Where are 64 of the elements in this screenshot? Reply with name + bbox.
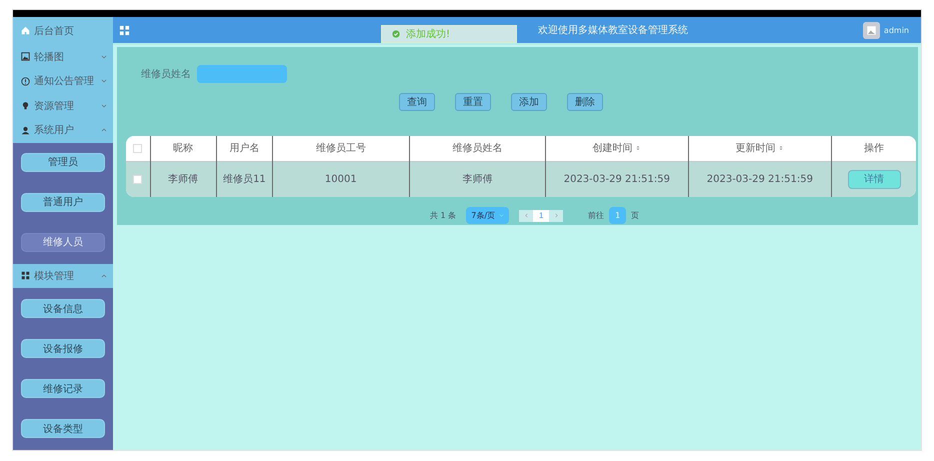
table-cell: 维修员11 — [216, 161, 273, 197]
home-icon — [21, 26, 30, 36]
page-size-select[interactable]: 7条/页 — [466, 207, 510, 224]
user-name: admin — [884, 26, 909, 34]
page-number[interactable]: 1 — [533, 210, 550, 222]
column-header: 维修员工号 — [272, 136, 410, 161]
action-button[interactable]: 删除 — [567, 93, 603, 111]
table-cell: 2023-03-29 21:51:59 — [546, 161, 688, 197]
menu-item[interactable]: 轮播图 — [13, 44, 113, 69]
action-button[interactable]: 添加 — [511, 93, 547, 111]
select-all-checkbox[interactable] — [133, 144, 142, 153]
column-header: 维修员姓名 — [409, 136, 546, 161]
menu-item[interactable]: 通知公告管理 — [13, 68, 113, 94]
chevron-left-icon — [524, 213, 529, 218]
menu-item[interactable]: 系统用户 — [13, 118, 113, 143]
table-cell: 李师傅 — [409, 161, 546, 197]
column-header: 昵称 — [150, 136, 216, 161]
submenu-item[interactable]: 设备信息 — [21, 299, 105, 318]
action-button[interactable]: 查询 — [399, 93, 435, 111]
submenu-item[interactable]: 维修记录 — [21, 379, 105, 398]
submenu-item[interactable]: 管理员 — [21, 152, 105, 172]
submenu-item[interactable]: 维修人员 — [21, 232, 105, 252]
avatar-icon — [862, 22, 880, 38]
row-checkbox[interactable] — [133, 174, 142, 184]
table-cell: 李师傅 — [150, 161, 216, 197]
info-icon — [21, 76, 30, 86]
page-suffix: 页 — [631, 210, 640, 221]
table-cell: 2023-03-29 21:51:59 — [688, 161, 832, 197]
menu-item[interactable]: 资源管理 — [13, 93, 113, 118]
menu-item[interactable]: 模块管理 — [13, 264, 113, 288]
chevron-right-icon — [554, 213, 559, 218]
submenu-item[interactable]: 普通用户 — [21, 192, 105, 212]
input-field[interactable] — [197, 65, 287, 83]
action-button[interactable]: 重置 — [455, 93, 491, 111]
sort-icon — [635, 145, 642, 152]
toast-text: 添加成功! — [406, 28, 450, 41]
chevron-down-icon — [101, 102, 107, 109]
chevron-up-icon — [101, 127, 107, 134]
goto-label: 前往 — [588, 210, 604, 221]
user-icon — [21, 126, 30, 135]
caret-icon — [499, 213, 504, 218]
next-page-button[interactable] — [549, 210, 564, 222]
column-header: 操作 — [832, 136, 916, 161]
bulb-icon — [21, 101, 30, 110]
menu-item[interactable]: 后台首页 — [13, 17, 113, 44]
grid-icon — [21, 271, 30, 280]
column-header[interactable]: 更新时间 — [688, 136, 832, 161]
column-header[interactable]: 创建时间 — [546, 136, 688, 161]
total-count: 共 1 条 — [430, 210, 456, 221]
table-cell: 10001 — [272, 161, 410, 197]
success-icon — [392, 30, 400, 38]
submenu-item[interactable]: 设备类型 — [21, 419, 105, 438]
picture-frame-icon — [21, 52, 30, 62]
chevron-up-icon — [101, 272, 107, 279]
field-label: 维修员姓名 — [141, 68, 191, 81]
sort-icon — [778, 145, 784, 152]
submenu-item[interactable]: 设备报修 — [21, 339, 105, 358]
prev-page-button[interactable] — [519, 210, 534, 222]
chevron-down-icon — [101, 54, 107, 60]
details-button[interactable]: 详情 — [848, 170, 901, 189]
chevron-down-icon — [101, 78, 107, 84]
menu-icon — [119, 24, 130, 36]
column-header: 用户名 — [216, 136, 273, 161]
app-title: 欢迎使用多媒体教室设备管理系统 — [538, 24, 688, 37]
